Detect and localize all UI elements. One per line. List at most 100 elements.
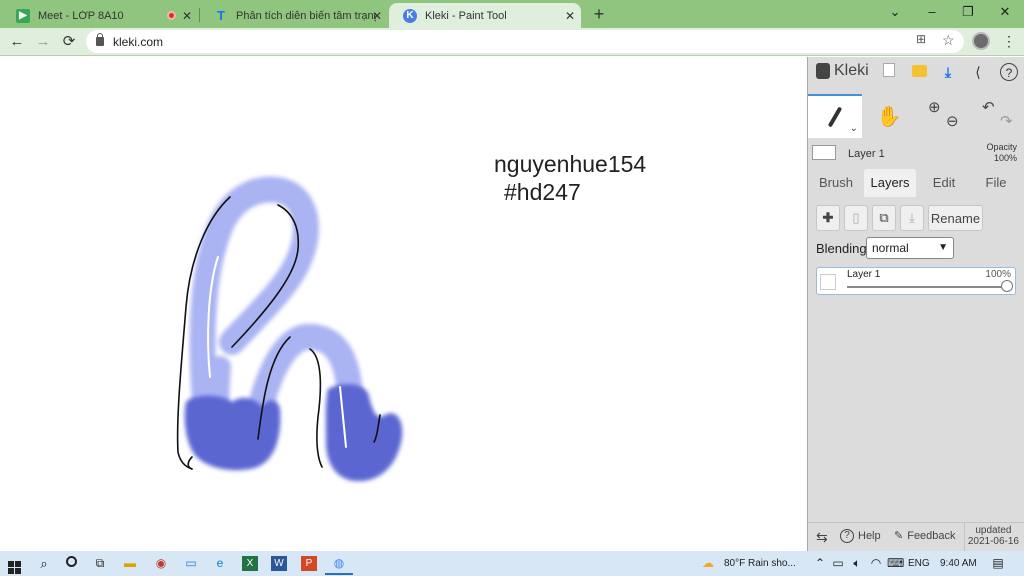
redo-icon[interactable]: ↷: [1000, 112, 1013, 130]
restore-icon[interactable]: ❐: [958, 4, 978, 20]
layer-opacity: 100%: [985, 269, 1011, 280]
blending-select[interactable]: normal ▼: [866, 237, 954, 259]
url-text: kleki.com: [113, 34, 164, 49]
clock[interactable]: 9:40 AM: [940, 558, 977, 569]
excel-icon[interactable]: X: [242, 556, 258, 571]
current-layer-name: Layer 1: [848, 148, 885, 160]
new-tab-button[interactable]: +: [590, 4, 608, 25]
language-indicator[interactable]: ENG: [908, 558, 930, 569]
weather-text[interactable]: 80°F Rain sho...: [724, 558, 796, 569]
delete-layer-button[interactable]: ▯: [844, 205, 868, 231]
word-icon[interactable]: W: [271, 556, 287, 571]
close-icon[interactable]: ✕: [565, 9, 575, 23]
canvas-text-hashtag: #hd247: [504, 179, 581, 205]
address-bar[interactable]: kleki.com: [86, 30, 964, 53]
keyboard-icon[interactable]: ⌨: [887, 556, 904, 571]
tool-row: ⌄ ✋ ⊕ ⊖ ↶ ↷: [808, 94, 1024, 138]
panel-tabs: Brush Layers Edit File: [808, 169, 1024, 197]
chevron-down-icon: ⌄: [849, 123, 858, 134]
powerpoint-icon[interactable]: P: [301, 556, 317, 571]
duplicate-layer-button[interactable]: ⧉: [872, 205, 896, 231]
merge-layer-button[interactable]: ⤓: [900, 205, 924, 231]
cortana-icon[interactable]: [63, 556, 79, 571]
chevron-up-icon[interactable]: ⌃: [812, 556, 828, 571]
opacity-label: Opacity: [986, 142, 1017, 152]
task-view-icon[interactable]: ⧉: [92, 556, 108, 571]
chrome-active-indicator: [325, 573, 353, 575]
drawing-canvas[interactable]: nguyenhue154 #hd247: [0, 57, 807, 551]
canvas-text-username: nguyenhue154: [494, 151, 647, 177]
back-icon[interactable]: ←: [8, 33, 26, 51]
translate-icon[interactable]: ⊞: [916, 32, 926, 46]
help-icon[interactable]: ?: [1000, 63, 1018, 81]
hand-icon: ✋: [876, 105, 902, 128]
close-window-icon[interactable]: ✕: [995, 4, 1015, 20]
chrome-icon[interactable]: ◍: [331, 556, 347, 571]
undo-icon[interactable]: ↶: [982, 98, 995, 116]
updated-info: updated 2021-06-16: [967, 525, 1019, 547]
forward-icon[interactable]: →: [34, 33, 52, 51]
zoom-out-icon[interactable]: ⊖: [946, 112, 959, 130]
letter-h-dark-strokes: [184, 384, 403, 482]
help-link[interactable]: ? Help: [840, 529, 881, 543]
drawing-svg: [176, 176, 403, 482]
tab-meet[interactable]: ▶ Meet - LỚP 8A10 ✕: [2, 3, 198, 28]
close-icon[interactable]: ✕: [372, 9, 382, 23]
blending-label: Blending: [816, 241, 867, 256]
rename-layer-button[interactable]: Rename: [928, 205, 983, 231]
tab-brush[interactable]: Brush: [812, 169, 860, 197]
layer-opacity-slider-knob[interactable]: [1001, 280, 1013, 292]
volume-icon[interactable]: 🔈︎: [849, 556, 865, 571]
current-layer-header: Layer 1 Opacity 100%: [808, 142, 1024, 165]
hand-tool[interactable]: ✋: [862, 94, 916, 138]
close-icon[interactable]: ✕: [182, 9, 192, 23]
app-monitor-icon[interactable]: ▭: [183, 556, 199, 571]
minimize-icon[interactable]: –: [922, 4, 942, 19]
weather-icon[interactable]: ☁: [700, 556, 716, 571]
new-image-icon[interactable]: [880, 63, 898, 81]
browser-tab-strip: ▶ Meet - LỚP 8A10 ✕ T Phân tích diễn biế…: [0, 0, 1024, 28]
panel-footer: ⇆ ? Help ✎ Feedback updated 2021-06-16: [808, 522, 1024, 552]
file-explorer-icon[interactable]: ▬: [122, 556, 138, 571]
undo-redo-tool: ↶ ↷: [970, 94, 1024, 138]
notifications-icon[interactable]: ▤: [990, 556, 1006, 571]
tab-search-icon[interactable]: ⌄: [885, 4, 905, 20]
help-circle-icon: ?: [840, 529, 854, 543]
lock-icon: [96, 33, 104, 46]
brush-tool[interactable]: ⌄: [808, 94, 862, 138]
zoom-in-icon[interactable]: ⊕: [928, 98, 941, 116]
chevron-down-icon: ▼: [938, 242, 948, 253]
windows-start-icon[interactable]: [6, 556, 22, 574]
layer-thumbnail: [812, 145, 836, 160]
menu-kebab-icon[interactable]: ⋮: [1002, 33, 1016, 50]
tab-kleki[interactable]: K Kleki - Paint Tool ✕: [389, 3, 581, 28]
swap-side-icon[interactable]: ⇆: [816, 529, 828, 546]
app-red-icon[interactable]: ◉: [153, 556, 169, 571]
kleki-logo[interactable]: Kleki: [816, 62, 869, 80]
kleki-logo-icon: [816, 63, 830, 79]
browser-toolbar: ← → ⟳ kleki.com ⊞ ☆ ⋮: [0, 28, 1024, 56]
battery-icon[interactable]: ▭: [830, 556, 846, 571]
wifi-icon[interactable]: ◠: [868, 556, 884, 571]
reload-icon[interactable]: ⟳: [60, 33, 78, 51]
zoom-tool[interactable]: ⊕ ⊖: [916, 94, 970, 138]
edge-icon[interactable]: e: [212, 556, 228, 571]
tab-text-analysis[interactable]: T Phân tích diễn biến tâm trạng cú... ✕: [200, 3, 388, 28]
add-layer-button[interactable]: ✚: [816, 205, 840, 231]
kleki-side-panel: Kleki ⤓ ⟨ ? ⌄ ✋ ⊕ ⊖ ↶ ↷ Layer 1 Opacity …: [807, 57, 1024, 552]
share-icon[interactable]: ⟨: [969, 63, 987, 81]
brush-icon: [827, 106, 843, 128]
tab-layers[interactable]: Layers: [864, 169, 916, 197]
windows-taskbar: ⌕ ⧉ ▬ ◉ ▭ e X W P ◍ ☁ 80°F Rain sho... ⌃…: [0, 551, 1024, 576]
bookmark-star-icon[interactable]: ☆: [942, 32, 955, 49]
tab-edit[interactable]: Edit: [920, 169, 968, 197]
layer-list-item[interactable]: Layer 1 100%: [816, 267, 1016, 295]
tab-file[interactable]: File: [972, 169, 1020, 197]
feedback-link[interactable]: ✎ Feedback: [894, 529, 956, 543]
profile-avatar[interactable]: [972, 32, 990, 50]
layer-opacity-slider[interactable]: [847, 286, 1007, 288]
download-icon[interactable]: ⤓: [939, 63, 957, 81]
search-icon[interactable]: ⌕: [36, 556, 52, 571]
open-folder-icon[interactable]: [910, 63, 928, 81]
pencil-icon: ✎: [894, 530, 904, 542]
